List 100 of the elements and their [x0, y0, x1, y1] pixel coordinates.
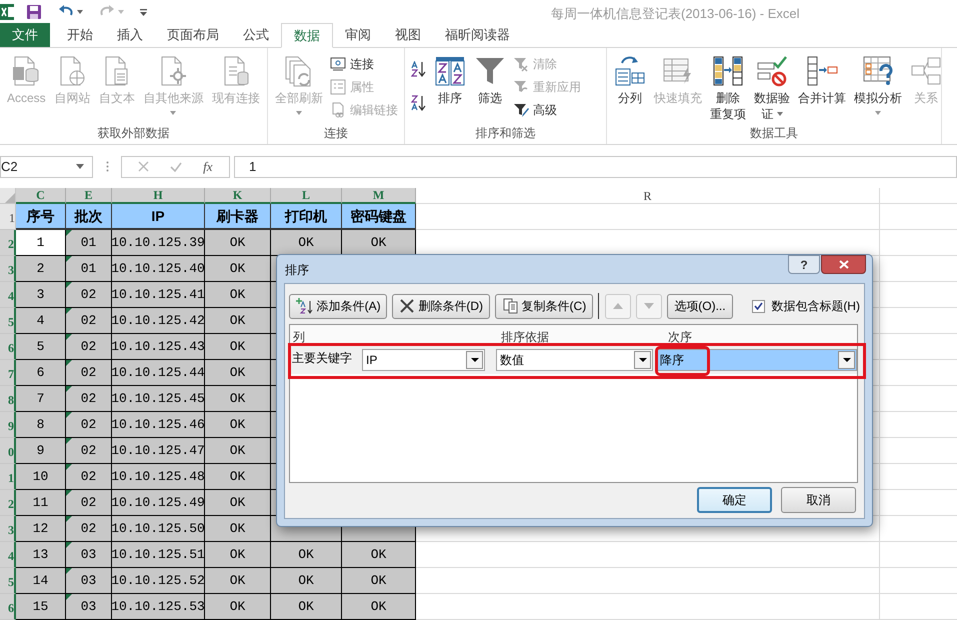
sort-level-row[interactable]: 主要关键字 IP 数值 降序 — [290, 346, 857, 374]
row-header[interactable]: 5 — [0, 308, 16, 334]
connection-icon — [330, 56, 346, 72]
close-button[interactable] — [821, 255, 866, 274]
ribbon-button[interactable]: 连接 — [328, 54, 400, 73]
save-icon[interactable] — [26, 4, 42, 20]
close-icon — [838, 260, 848, 269]
table-cell: 03 — [66, 568, 112, 594]
help-button[interactable]: ? — [788, 255, 820, 274]
check-icon — [754, 302, 764, 310]
cancel-button[interactable]: 取消 — [781, 487, 856, 513]
caret-icon — [470, 358, 478, 362]
table-cell: OK — [271, 568, 342, 594]
ribbon-button[interactable]: 排序 — [431, 54, 469, 107]
row-header[interactable]: 6 — [0, 334, 16, 360]
column-header[interactable]: E — [66, 188, 112, 204]
column-header[interactable]: C — [16, 188, 66, 204]
row-header[interactable]: 0 — [0, 438, 16, 464]
group-label: 数据工具 — [749, 126, 799, 142]
row-header[interactable]: 1 — [0, 464, 16, 490]
list-column-header: 次序 — [667, 329, 693, 344]
row-header[interactable]: 6 — [0, 594, 16, 620]
ribbon-button[interactable]: 合并计算 — [795, 54, 849, 107]
table-cell: 13 — [16, 542, 66, 568]
what-if-icon — [862, 55, 894, 87]
ribbon-tab[interactable]: 页面布局 — [155, 23, 231, 47]
ribbon-tab[interactable]: 插入 — [105, 23, 155, 47]
copy-level-button[interactable]: 复制条件(C) — [495, 294, 594, 318]
ribbon-button[interactable]: 模拟分析 — [851, 54, 905, 116]
ribbon-button[interactable]: 删除 重复项 — [707, 54, 749, 123]
caret-icon[interactable] — [77, 10, 83, 14]
table-cell: OK — [205, 516, 271, 542]
row-header[interactable]: 4 — [0, 282, 16, 308]
group-label: 连接 — [323, 126, 349, 142]
table-cell: 10.10.125.52 — [112, 568, 205, 594]
ribbon-tab[interactable]: 数据 — [281, 23, 333, 48]
table-cell: 02 — [66, 334, 112, 360]
ribbon-button[interactable]: 数据验 证 — [751, 54, 793, 123]
row-header[interactable]: 8 — [0, 386, 16, 412]
ok-button[interactable]: 确定 — [697, 487, 772, 513]
formula-field[interactable]: 1 — [234, 156, 957, 178]
row-header[interactable]: 3 — [0, 516, 16, 542]
row-header[interactable]: 2 — [0, 490, 16, 516]
table-cell: 02 — [66, 516, 112, 542]
options-button[interactable]: 选项(O)... — [666, 294, 734, 318]
table-cell: 10.10.125.50 — [112, 516, 205, 542]
row-header[interactable]: 7 — [0, 360, 16, 386]
ribbon-button[interactable]: 分列 — [611, 54, 649, 107]
caret-icon[interactable] — [76, 164, 84, 169]
caret-icon — [842, 358, 850, 362]
table-cell: OK — [205, 334, 271, 360]
table-cell: 03 — [66, 542, 112, 568]
table-cell: 10 — [16, 464, 66, 490]
checkbox[interactable] — [752, 300, 766, 312]
consolidate-icon — [806, 55, 838, 87]
row-header[interactable]: 4 — [0, 542, 16, 568]
table-cell: OK — [205, 308, 271, 334]
name-box[interactable]: C2 — [0, 156, 93, 178]
row-header[interactable]: 1 — [0, 204, 16, 230]
add-level-button[interactable]: 添加条件(A) — [289, 294, 388, 318]
table-cell: 7 — [16, 386, 66, 412]
row-header[interactable]: 5 — [0, 568, 16, 594]
check-icon[interactable] — [170, 162, 182, 172]
column-header[interactable]: H — [112, 188, 205, 204]
table-cell: 2 — [16, 256, 66, 282]
dropdown[interactable]: IP — [362, 349, 485, 371]
row-header[interactable]: 2 — [0, 230, 16, 256]
name-box-value: C2 — [1, 158, 18, 176]
table-cell: OK — [205, 464, 271, 490]
table-cell: 1 — [16, 230, 66, 256]
column-header[interactable]: L — [271, 188, 342, 204]
table-cell: 9 — [16, 438, 66, 464]
row-header[interactable]: 3 — [0, 256, 16, 282]
insert-function-button[interactable]: fx — [203, 156, 213, 176]
column-header[interactable]: K — [205, 188, 271, 204]
ribbon-tab[interactable]: 开始 — [55, 23, 105, 47]
table-cell: 01 — [66, 230, 112, 256]
excel-logo-icon — [0, 3, 14, 21]
table-cell: 10.10.125.53 — [112, 594, 205, 620]
sort-icon — [434, 55, 466, 87]
table-cell: 12 — [16, 516, 66, 542]
dropdown[interactable]: 降序 — [656, 349, 857, 371]
ribbon-tab[interactable]: 福昕阅读器 — [433, 23, 522, 47]
ribbon-tab[interactable]: 视图 — [383, 23, 433, 47]
ribbon-button[interactable]: 筛选 — [471, 54, 509, 107]
ribbon-tab[interactable]: 审阅 — [333, 23, 383, 47]
table-cell: 5 — [16, 334, 66, 360]
ribbon-tab[interactable]: 公式 — [231, 23, 281, 47]
column-header[interactable]: R — [416, 188, 880, 204]
delete-level-button[interactable]: 删除条件(D) — [392, 294, 490, 318]
table-cell: OK — [205, 438, 271, 464]
sort-level-label: 主要关键字 — [291, 350, 353, 367]
table-cell: 4 — [16, 308, 66, 334]
customize-icon[interactable] — [140, 8, 147, 16]
column-header[interactable]: M — [342, 188, 416, 204]
row-header[interactable]: 9 — [0, 412, 16, 438]
file-tab[interactable]: 文件 — [0, 23, 50, 47]
ribbon-button[interactable]: 高级 — [511, 100, 583, 119]
relationships-icon — [910, 55, 942, 87]
dropdown[interactable]: 数值 — [496, 349, 653, 371]
